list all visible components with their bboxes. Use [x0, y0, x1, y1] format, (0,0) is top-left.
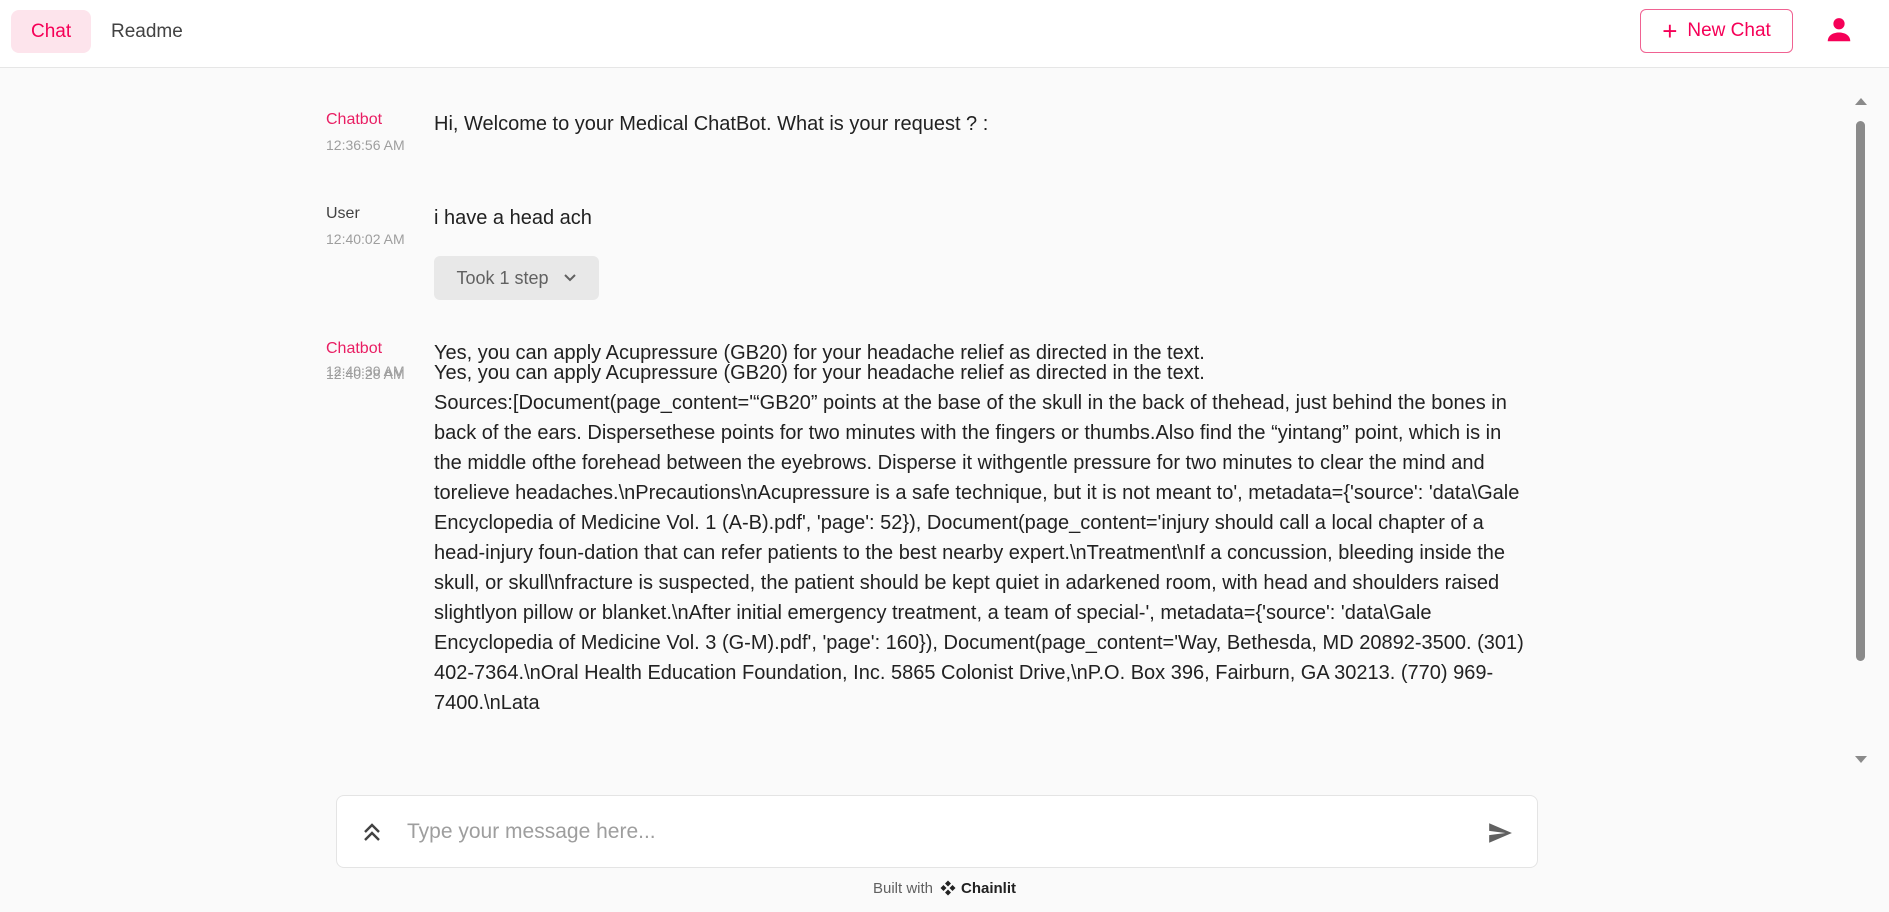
user-avatar-button[interactable] [1824, 15, 1854, 45]
steps-label: Took 1 step [456, 267, 549, 288]
chevron-down-icon [563, 274, 576, 282]
new-chat-label: New Chat [1687, 20, 1771, 41]
scrollbar[interactable] [1852, 96, 1868, 768]
scroll-down-arrow[interactable] [1855, 756, 1867, 763]
plus-icon: + [1662, 16, 1678, 46]
chevrons-up-icon[interactable] [361, 820, 383, 844]
built-with-label: Built with [872, 879, 934, 897]
tab-readme[interactable]: Readme [91, 10, 203, 53]
message-author: Chatbot [326, 111, 383, 128]
message-input[interactable] [407, 814, 1447, 850]
message-author: Chatbot [326, 340, 383, 357]
message-text: i have a head ach [434, 207, 592, 229]
message-composer [336, 795, 1538, 868]
steps-toggle-button[interactable]: Took 1 step [434, 256, 599, 300]
message-text: Hi, Welcome to your Medical ChatBot. Wha… [434, 113, 989, 135]
chainlit-brand-link[interactable]: Chainlit [939, 879, 1016, 897]
top-bar: Chat Readme + New Chat [0, 0, 1889, 68]
scrollbar-thumb[interactable] [1856, 121, 1865, 661]
message-author: User [326, 205, 360, 222]
new-chat-button[interactable]: + New Chat [1640, 9, 1793, 53]
message-time: 12:40:30 AM [326, 363, 405, 379]
message-time: 12:36:56 AM [326, 137, 405, 153]
message-time: 12:40:02 AM [326, 231, 405, 247]
message-text-sources: Yes, you can apply Acupressure (GB20) fo… [434, 362, 1524, 714]
brand-name: Chainlit [961, 879, 1017, 897]
send-icon[interactable] [1487, 820, 1513, 846]
user-icon [1827, 18, 1851, 42]
scroll-up-arrow[interactable] [1855, 98, 1867, 105]
tab-chat[interactable]: Chat [11, 10, 92, 53]
chainlit-logo-icon [940, 880, 956, 896]
footer: Built with Chainlit [0, 879, 1889, 897]
